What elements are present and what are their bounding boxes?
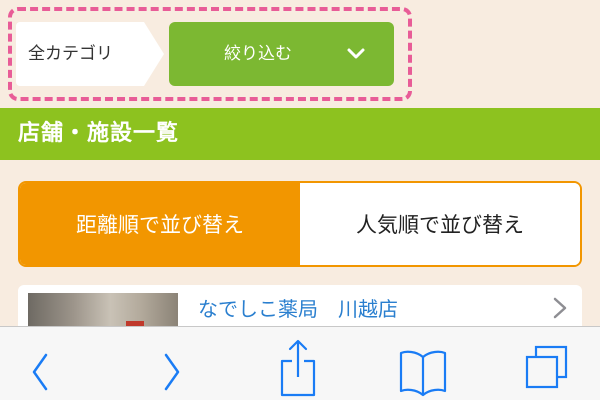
section-title: 店舗・施設一覧 [18, 121, 180, 146]
chevron-down-icon [346, 44, 366, 64]
share-icon[interactable] [278, 327, 318, 400]
narrow-down-button[interactable]: 絞り込む [169, 22, 394, 86]
sort-toggle-group: 距離順で並び替え 人気順で並び替え [18, 181, 582, 267]
browser-toolbar [0, 326, 600, 400]
chevron-right-icon [552, 297, 568, 319]
category-selector[interactable]: 全カテゴリ [16, 22, 164, 86]
sort-by-distance-label: 距離順で並び替え [76, 213, 244, 237]
narrow-down-label: 絞り込む [224, 44, 292, 64]
sort-by-popularity-label: 人気順で並び替え [356, 213, 524, 237]
tabs-icon[interactable] [524, 327, 570, 400]
sort-by-popularity-button[interactable]: 人気順で並び替え [300, 183, 580, 265]
bookmarks-icon[interactable] [398, 327, 448, 400]
category-label: 全カテゴリ [28, 44, 113, 64]
section-header: 店舗・施設一覧 [0, 108, 600, 160]
store-name-link[interactable]: なでしこ薬局 川越店 [198, 293, 398, 322]
category-chip-arrow [144, 22, 164, 86]
forward-icon[interactable] [160, 327, 184, 400]
sort-by-distance-button[interactable]: 距離順で並び替え [20, 183, 300, 265]
back-icon[interactable] [28, 327, 52, 400]
